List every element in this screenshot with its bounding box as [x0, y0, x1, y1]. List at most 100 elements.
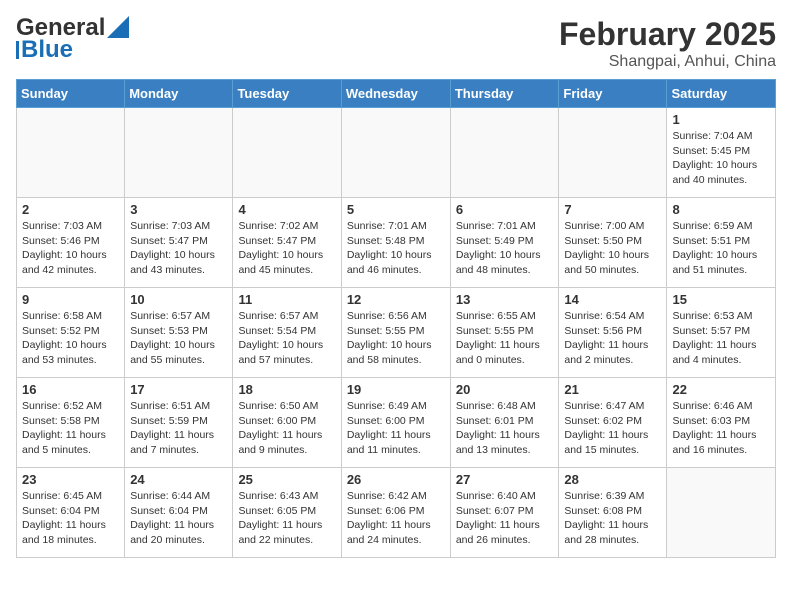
day-info: Sunrise: 6:45 AM Sunset: 6:04 PM Dayligh…	[22, 489, 119, 548]
day-number: 11	[238, 292, 335, 307]
col-header-friday: Friday	[559, 80, 667, 108]
day-info: Sunrise: 6:58 AM Sunset: 5:52 PM Dayligh…	[22, 309, 119, 368]
calendar-week-row: 2 Sunrise: 7:03 AM Sunset: 5:46 PM Daylig…	[17, 198, 776, 288]
calendar-cell	[341, 108, 450, 198]
col-header-tuesday: Tuesday	[233, 80, 341, 108]
calendar-cell: 15 Sunrise: 6:53 AM Sunset: 5:57 PM Dayli…	[667, 288, 776, 378]
day-info: Sunrise: 6:53 AM Sunset: 5:57 PM Dayligh…	[672, 309, 770, 368]
calendar-cell: 5 Sunrise: 7:01 AM Sunset: 5:48 PM Daylig…	[341, 198, 450, 288]
calendar-title: February 2025	[559, 16, 776, 53]
day-number: 17	[130, 382, 227, 397]
day-info: Sunrise: 6:39 AM Sunset: 6:08 PM Dayligh…	[564, 489, 661, 548]
day-info: Sunrise: 6:57 AM Sunset: 5:54 PM Dayligh…	[238, 309, 335, 368]
day-number: 15	[672, 292, 770, 307]
calendar-cell: 18 Sunrise: 6:50 AM Sunset: 6:00 PM Dayli…	[233, 378, 341, 468]
day-info: Sunrise: 6:57 AM Sunset: 5:53 PM Dayligh…	[130, 309, 227, 368]
calendar-cell: 17 Sunrise: 6:51 AM Sunset: 5:59 PM Dayli…	[125, 378, 233, 468]
calendar-cell: 3 Sunrise: 7:03 AM Sunset: 5:47 PM Daylig…	[125, 198, 233, 288]
calendar-cell: 20 Sunrise: 6:48 AM Sunset: 6:01 PM Dayli…	[450, 378, 559, 468]
day-info: Sunrise: 6:59 AM Sunset: 5:51 PM Dayligh…	[672, 219, 770, 278]
col-header-sunday: Sunday	[17, 80, 125, 108]
day-number: 28	[564, 472, 661, 487]
calendar-cell: 16 Sunrise: 6:52 AM Sunset: 5:58 PM Dayli…	[17, 378, 125, 468]
day-number: 2	[22, 202, 119, 217]
day-info: Sunrise: 6:43 AM Sunset: 6:05 PM Dayligh…	[238, 489, 335, 548]
calendar-week-row: 16 Sunrise: 6:52 AM Sunset: 5:58 PM Dayli…	[17, 378, 776, 468]
day-info: Sunrise: 6:46 AM Sunset: 6:03 PM Dayligh…	[672, 399, 770, 458]
day-info: Sunrise: 6:56 AM Sunset: 5:55 PM Dayligh…	[347, 309, 445, 368]
day-number: 16	[22, 382, 119, 397]
day-info: Sunrise: 7:00 AM Sunset: 5:50 PM Dayligh…	[564, 219, 661, 278]
calendar-cell: 13Sunrise: 6:55 AM Sunset: 5:55 PM Dayli…	[450, 288, 559, 378]
calendar-week-row: 9Sunrise: 6:58 AM Sunset: 5:52 PM Daylig…	[17, 288, 776, 378]
day-number: 27	[456, 472, 554, 487]
day-info: Sunrise: 6:50 AM Sunset: 6:00 PM Dayligh…	[238, 399, 335, 458]
col-header-wednesday: Wednesday	[341, 80, 450, 108]
day-info: Sunrise: 7:01 AM Sunset: 5:48 PM Dayligh…	[347, 219, 445, 278]
calendar-cell: 14Sunrise: 6:54 AM Sunset: 5:56 PM Dayli…	[559, 288, 667, 378]
logo-blue: Blue	[21, 38, 73, 62]
day-number: 4	[238, 202, 335, 217]
calendar-cell	[559, 108, 667, 198]
calendar-week-row: 23Sunrise: 6:45 AM Sunset: 6:04 PM Dayli…	[17, 468, 776, 558]
calendar-cell: 22 Sunrise: 6:46 AM Sunset: 6:03 PM Dayli…	[667, 378, 776, 468]
calendar-table: SundayMondayTuesdayWednesdayThursdayFrid…	[16, 79, 776, 558]
day-number: 22	[672, 382, 770, 397]
day-info: Sunrise: 6:47 AM Sunset: 6:02 PM Dayligh…	[564, 399, 661, 458]
day-info: Sunrise: 6:52 AM Sunset: 5:58 PM Dayligh…	[22, 399, 119, 458]
day-number: 3	[130, 202, 227, 217]
day-info: Sunrise: 7:03 AM Sunset: 5:47 PM Dayligh…	[130, 219, 227, 278]
day-info: Sunrise: 6:42 AM Sunset: 6:06 PM Dayligh…	[347, 489, 445, 548]
calendar-cell	[125, 108, 233, 198]
day-number: 18	[238, 382, 335, 397]
day-info: Sunrise: 6:51 AM Sunset: 5:59 PM Dayligh…	[130, 399, 227, 458]
day-info: Sunrise: 7:02 AM Sunset: 5:47 PM Dayligh…	[238, 219, 335, 278]
calendar-cell: 23Sunrise: 6:45 AM Sunset: 6:04 PM Dayli…	[17, 468, 125, 558]
calendar-header-row: SundayMondayTuesdayWednesdayThursdayFrid…	[17, 80, 776, 108]
day-number: 7	[564, 202, 661, 217]
calendar-cell: 8 Sunrise: 6:59 AM Sunset: 5:51 PM Daylig…	[667, 198, 776, 288]
logo-icon	[107, 16, 129, 38]
title-block: February 2025 Shangpai, Anhui, China	[559, 16, 776, 71]
calendar-cell	[450, 108, 559, 198]
day-number: 5	[347, 202, 445, 217]
day-number: 25	[238, 472, 335, 487]
day-number: 19	[347, 382, 445, 397]
day-number: 6	[456, 202, 554, 217]
calendar-cell: 11 Sunrise: 6:57 AM Sunset: 5:54 PM Dayli…	[233, 288, 341, 378]
calendar-week-row: 1 Sunrise: 7:04 AM Sunset: 5:45 PM Daylig…	[17, 108, 776, 198]
day-number: 24	[130, 472, 227, 487]
calendar-cell: 24 Sunrise: 6:44 AM Sunset: 6:04 PM Dayli…	[125, 468, 233, 558]
day-info: Sunrise: 7:03 AM Sunset: 5:46 PM Dayligh…	[22, 219, 119, 278]
day-number: 26	[347, 472, 445, 487]
col-header-saturday: Saturday	[667, 80, 776, 108]
day-number: 20	[456, 382, 554, 397]
day-number: 21	[564, 382, 661, 397]
day-info: Sunrise: 6:44 AM Sunset: 6:04 PM Dayligh…	[130, 489, 227, 548]
calendar-cell: 1 Sunrise: 7:04 AM Sunset: 5:45 PM Daylig…	[667, 108, 776, 198]
calendar-cell: 10Sunrise: 6:57 AM Sunset: 5:53 PM Dayli…	[125, 288, 233, 378]
calendar-cell	[233, 108, 341, 198]
calendar-subtitle: Shangpai, Anhui, China	[559, 53, 776, 71]
col-header-thursday: Thursday	[450, 80, 559, 108]
calendar-cell: 26 Sunrise: 6:42 AM Sunset: 6:06 PM Dayli…	[341, 468, 450, 558]
day-info: Sunrise: 6:55 AM Sunset: 5:55 PM Dayligh…	[456, 309, 554, 368]
day-info: Sunrise: 7:04 AM Sunset: 5:45 PM Dayligh…	[672, 129, 770, 188]
day-info: Sunrise: 6:49 AM Sunset: 6:00 PM Dayligh…	[347, 399, 445, 458]
calendar-cell	[17, 108, 125, 198]
calendar-cell: 19 Sunrise: 6:49 AM Sunset: 6:00 PM Dayli…	[341, 378, 450, 468]
day-number: 8	[672, 202, 770, 217]
calendar-cell: 7 Sunrise: 7:00 AM Sunset: 5:50 PM Daylig…	[559, 198, 667, 288]
day-number: 1	[672, 112, 770, 127]
day-number: 12	[347, 292, 445, 307]
day-info: Sunrise: 6:40 AM Sunset: 6:07 PM Dayligh…	[456, 489, 554, 548]
calendar-cell: 2 Sunrise: 7:03 AM Sunset: 5:46 PM Daylig…	[17, 198, 125, 288]
day-info: Sunrise: 6:48 AM Sunset: 6:01 PM Dayligh…	[456, 399, 554, 458]
calendar-cell: 9Sunrise: 6:58 AM Sunset: 5:52 PM Daylig…	[17, 288, 125, 378]
calendar-cell: 6 Sunrise: 7:01 AM Sunset: 5:49 PM Daylig…	[450, 198, 559, 288]
day-info: Sunrise: 7:01 AM Sunset: 5:49 PM Dayligh…	[456, 219, 554, 278]
day-number: 14	[564, 292, 661, 307]
calendar-cell: 12 Sunrise: 6:56 AM Sunset: 5:55 PM Dayli…	[341, 288, 450, 378]
calendar-cell: 4 Sunrise: 7:02 AM Sunset: 5:47 PM Daylig…	[233, 198, 341, 288]
page-header: General Blue February 2025 Shangpai, Anh…	[16, 16, 776, 71]
